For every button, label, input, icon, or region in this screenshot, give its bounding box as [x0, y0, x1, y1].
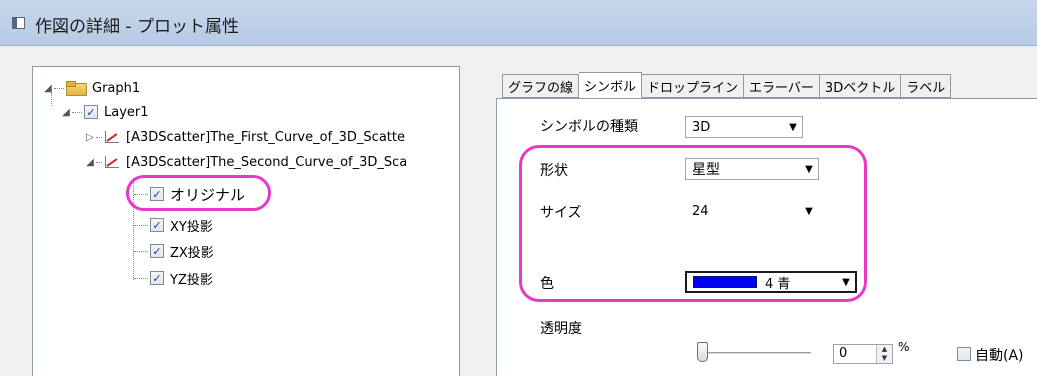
window-icon — [12, 17, 25, 29]
tree-connector — [96, 136, 102, 138]
tab-graph-line[interactable]: グラフの線 — [502, 74, 580, 98]
tree-item-zx[interactable]: ✓ ZX投影 — [134, 239, 214, 263]
yz-checkbox[interactable]: ✓ — [150, 271, 164, 285]
tree-item-yz[interactable]: ✓ YZ投影 — [134, 266, 213, 290]
chevron-down-icon: ▼ — [789, 121, 797, 133]
tab-drop-line[interactable]: ドロップライン — [642, 74, 745, 98]
auto-checkbox-label: 自動(A) — [975, 348, 1024, 364]
line-plot-icon — [104, 130, 120, 144]
xy-checkbox[interactable]: ✓ — [150, 218, 164, 232]
zx-checkbox[interactable]: ✓ — [150, 244, 164, 258]
tree-item-label: YZ投影 — [170, 272, 213, 288]
tree-item-label: Graph1 — [92, 80, 141, 96]
tree-connector — [72, 111, 82, 113]
tree-connector — [96, 161, 102, 163]
tree-item-label: XY投影 — [170, 219, 213, 235]
highlight-shape-size-color — [519, 145, 867, 302]
symbol-type-value: 3D — [692, 119, 711, 135]
transparency-slider-thumb[interactable] — [697, 342, 708, 362]
expand-arrow-icon[interactable]: ▷ — [84, 132, 96, 143]
tab-symbol[interactable]: シンボル — [579, 72, 643, 98]
tab-error-bar[interactable]: エラーバー — [744, 74, 820, 98]
layer-checkbox[interactable]: ✓ — [84, 105, 98, 119]
tree-item-xy[interactable]: ✓ XY投影 — [134, 213, 213, 237]
tab-bar: グラフの線 シンボル ドロップライン エラーバー 3Dベクトル ラベル — [502, 72, 952, 98]
line-plot-icon — [104, 155, 120, 169]
symbol-type-label: シンボルの種類 — [540, 119, 638, 135]
collapse-arrow-icon[interactable]: ◢ — [42, 83, 54, 94]
percent-unit: % — [898, 340, 910, 354]
spin-buttons-icon[interactable]: ▲ ▼ — [876, 345, 892, 363]
tree-item-label: Layer1 — [104, 104, 149, 120]
transparency-slider-track[interactable] — [705, 352, 811, 355]
tree-item-label: ZX投影 — [170, 245, 214, 261]
tree-connector — [134, 224, 148, 226]
tree-item-curve-second[interactable]: ◢ [A3DScatter]The_Second_Curve_of_3D_Sca — [84, 150, 407, 174]
tree-connector — [134, 250, 148, 252]
tree-item-graph[interactable]: ◢ Graph1 — [42, 76, 140, 100]
tree-item-label: [A3DScatter]The_Second_Curve_of_3D_Sca — [126, 154, 408, 170]
plot-details-window: 作図の詳細 - プロット属性 ◢ Graph1 ◢ ✓ Layer1 ▷ [A3… — [0, 0, 1037, 376]
tree-item-layer[interactable]: ◢ ✓ Layer1 — [60, 100, 149, 124]
tree-connector — [54, 87, 64, 89]
collapse-arrow-icon[interactable]: ◢ — [60, 107, 72, 118]
tab-label[interactable]: ラベル — [901, 74, 952, 98]
folder-open-icon — [66, 81, 87, 96]
symbol-type-select[interactable]: 3D ▼ — [685, 116, 803, 138]
highlight-original — [126, 175, 271, 211]
collapse-arrow-icon[interactable]: ◢ — [84, 157, 96, 168]
transparency-label: 透明度 — [540, 321, 582, 337]
window-title: 作図の詳細 - プロット属性 — [35, 17, 239, 37]
tree-item-curve-first[interactable]: ▷ [A3DScatter]The_First_Curve_of_3D_Scat… — [84, 125, 405, 149]
tree-connector — [134, 277, 148, 279]
title-bar: 作図の詳細 - プロット属性 — [0, 0, 1037, 46]
auto-checkbox[interactable] — [957, 347, 971, 361]
tab-3d-vector[interactable]: 3Dベクトル — [819, 74, 902, 98]
tree-item-label: [A3DScatter]The_First_Curve_of_3D_Scatte — [126, 129, 405, 145]
